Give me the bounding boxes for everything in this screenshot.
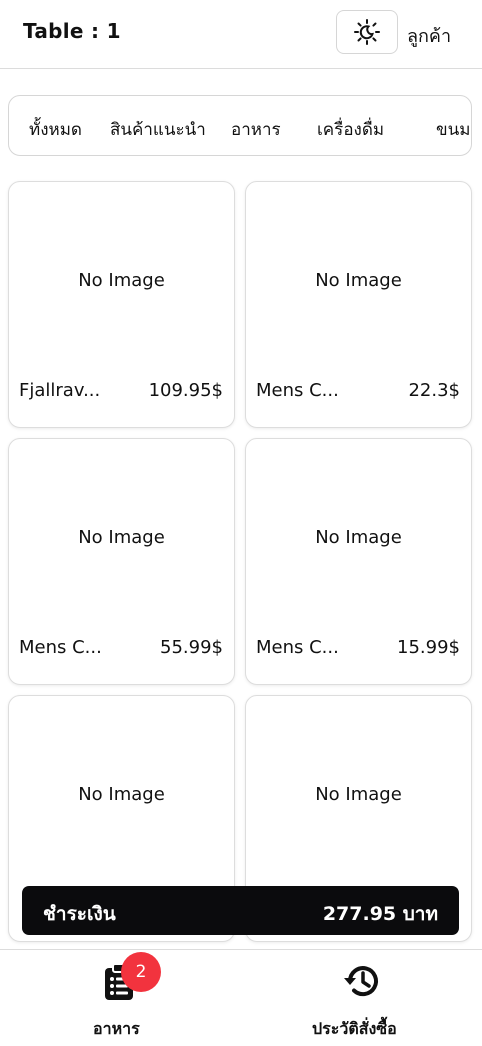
cart-count-badge: 2: [121, 952, 161, 992]
checkout-button[interactable]: ชำระเงิน 277.95 บาท: [22, 886, 459, 935]
product-name: Mens C...: [256, 637, 339, 658]
product-image-placeholder: No Image: [78, 527, 165, 548]
sun-moon-icon: [354, 19, 380, 45]
product-card[interactable]: No Image Mens C... 15.99$: [245, 438, 472, 685]
tab-drinks[interactable]: เครื่องดื่ม: [317, 116, 384, 143]
tab-food[interactable]: อาหาร: [231, 116, 281, 143]
bottom-nav: 2 อาหาร ประวัติสั่งซื้อ: [0, 949, 482, 1046]
product-image-placeholder: No Image: [315, 270, 402, 291]
history-icon: [344, 966, 378, 997]
nav-item-food[interactable]: 2 อาหาร: [60, 950, 180, 1046]
nav-label-food: อาหาร: [93, 1019, 140, 1038]
nav-label-history: ประวัติสั่งซื้อ: [312, 1019, 397, 1038]
checkout-total: 277.95 บาท: [322, 903, 438, 925]
product-card[interactable]: No Image Mens C... 55.99$: [8, 438, 235, 685]
tab-recommended[interactable]: สินค้าแนะนำ: [110, 116, 206, 143]
nav-item-history[interactable]: ประวัติสั่งซื้อ: [300, 950, 422, 1046]
product-image-placeholder: No Image: [315, 527, 402, 548]
product-price: 22.3$: [408, 380, 460, 401]
customer-link[interactable]: ลูกค้า: [407, 21, 451, 50]
product-name: Fjallrav...: [19, 380, 101, 401]
product-card[interactable]: No Image Fjallrav... 109.95$: [8, 181, 235, 428]
product-price: 55.99$: [160, 637, 223, 658]
product-name: Mens C...: [256, 380, 339, 401]
product-card[interactable]: No Image Mens C... 22.3$: [245, 181, 472, 428]
product-image-placeholder: No Image: [78, 270, 165, 291]
table-title: Table : 1: [23, 19, 121, 43]
tab-all[interactable]: ทั้งหมด: [29, 116, 82, 143]
tab-snacks[interactable]: ขนม: [436, 116, 470, 143]
app-header: Table : 1 ลูกค้า: [0, 0, 482, 69]
theme-toggle-button[interactable]: [336, 10, 398, 54]
product-price: 109.95$: [148, 380, 223, 401]
checkout-label: ชำระเงิน: [43, 903, 116, 925]
product-image-placeholder: No Image: [78, 784, 165, 805]
category-tabs: ทั้งหมด สินค้าแนะนำ อาหาร เครื่องดื่ม ขน…: [8, 95, 472, 156]
product-image-placeholder: No Image: [315, 784, 402, 805]
product-name: Mens C...: [19, 637, 102, 658]
product-price: 15.99$: [397, 637, 460, 658]
